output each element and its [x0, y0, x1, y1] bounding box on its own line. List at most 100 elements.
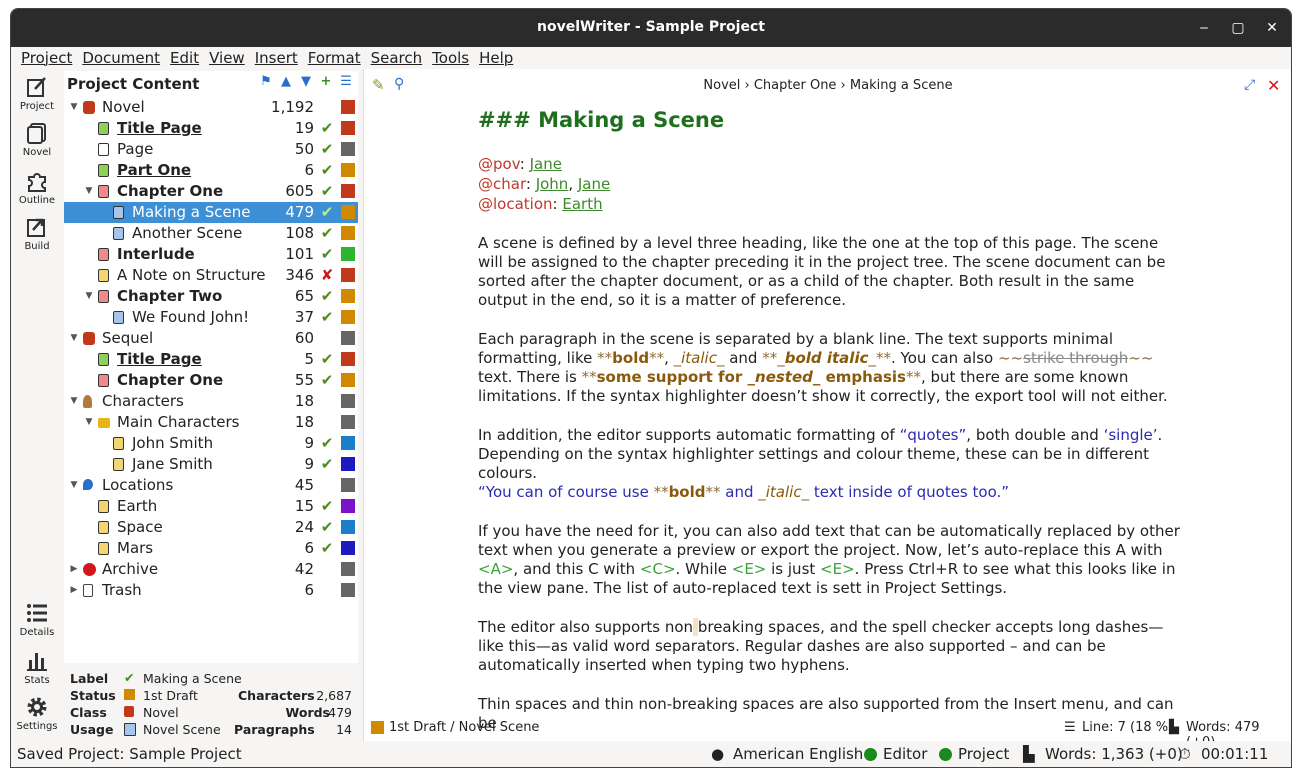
sidebar-stats-button[interactable]: Stats [11, 649, 63, 686]
tree-item-wordcount: 6 [304, 539, 314, 557]
paragraph-5: The editor also supports non breaking sp… [478, 618, 1183, 675]
tree-item[interactable]: ▶ Trash 6 [64, 580, 358, 601]
window-title: novelWriter - Sample Project [537, 19, 765, 35]
tree-item[interactable]: Title Page 5 ✔ [64, 349, 358, 370]
line-icon: ☰ [1064, 720, 1076, 735]
class-novel-icon [124, 706, 134, 717]
tree-item[interactable]: ▼ Chapter Two 65 ✔ [64, 286, 358, 307]
collapse-arrow-icon[interactable]: ▶ [68, 559, 80, 580]
expand-arrow-icon[interactable]: ▼ [68, 475, 80, 496]
menu-edit[interactable]: Edit [165, 47, 204, 69]
paragraph-4: If you have the need for it, you can als… [478, 522, 1183, 598]
menu-insert[interactable]: Insert [250, 47, 303, 69]
menu-view[interactable]: View [204, 47, 250, 69]
tree-item-label: We Found John! [132, 308, 250, 326]
sidebar-project-button[interactable]: Project [11, 75, 63, 112]
active-check-icon: ✔ [320, 497, 334, 515]
move-down-icon[interactable]: ▼ [296, 74, 316, 89]
tree-item[interactable]: John Smith 9 ✔ [64, 433, 358, 454]
sidebar-settings-button[interactable]: Settings [11, 695, 63, 732]
menu-project[interactable]: Project [16, 47, 77, 69]
status-color-icon [341, 352, 355, 366]
tree-item-wordcount: 18 [294, 392, 314, 410]
active-check-icon: ✔ [320, 539, 334, 557]
menu-icon[interactable]: ☰ [336, 74, 356, 89]
menu-document[interactable]: Document [77, 47, 165, 69]
location-value: Earth [562, 195, 603, 213]
language-label[interactable]: American English [733, 741, 863, 767]
minimize-button[interactable]: ‒ [1194, 18, 1214, 38]
status-color-icon [341, 541, 355, 555]
tree-item[interactable]: ▼ Characters 18 [64, 391, 358, 412]
expand-arrow-icon[interactable]: ▼ [83, 286, 95, 307]
tree-item[interactable]: ▶ Archive 42 [64, 559, 358, 580]
tree-item[interactable]: Title Page 19 ✔ [64, 118, 358, 139]
menu-tools[interactable]: Tools [427, 47, 474, 69]
breadcrumb: Novel › Chapter One › Making a Scene [703, 78, 953, 93]
tree-item-wordcount: 9 [304, 455, 314, 473]
tree-item[interactable]: Interlude 101 ✔ [64, 244, 358, 265]
tree-item-wordcount: 6 [304, 581, 314, 599]
p2-text-b: . You can also [890, 349, 998, 367]
tree-item[interactable]: We Found John! 37 ✔ [64, 307, 358, 328]
details-status-key: Status [70, 688, 116, 703]
sidebar-details-button[interactable]: Details [11, 601, 63, 638]
expand-arrow-icon[interactable]: ▼ [83, 181, 95, 202]
edit-icon [27, 77, 46, 97]
p3-quote-2: ‘single’ [1103, 426, 1158, 444]
tree-item[interactable]: Mars 6 ✔ [64, 538, 358, 559]
expand-arrow-icon[interactable]: ▼ [83, 412, 95, 433]
tree-item[interactable]: Jane Smith 9 ✔ [64, 454, 358, 475]
move-up-icon[interactable]: ▲ [276, 74, 296, 89]
document-text[interactable]: ### Making a Scene @pov: Jane @char: Joh… [478, 110, 1183, 753]
menu-search[interactable]: Search [366, 47, 428, 69]
p2-text-c: text. There is [478, 368, 582, 386]
collapse-arrow-icon[interactable]: ▶ [68, 580, 80, 601]
menu-format[interactable]: Format [303, 47, 366, 69]
status-color-icon [341, 247, 355, 261]
p4-replace-a: <A> [478, 560, 514, 578]
sidebar-outline-button[interactable]: Outline [11, 169, 63, 206]
sidebar-build-button[interactable]: Build [11, 215, 63, 252]
tree-item-label: Archive [102, 560, 159, 578]
char-value-2: Jane [577, 175, 611, 193]
tree-item[interactable]: Page 50 ✔ [64, 139, 358, 160]
tree-item-label: Title Page [117, 119, 202, 137]
tree-item[interactable]: A Note on Structure 346 ✘ [64, 265, 358, 286]
tree-item[interactable]: Part One 6 ✔ [64, 160, 358, 181]
close-document-icon[interactable]: ✕ [1267, 76, 1280, 95]
add-item-icon[interactable]: + [316, 74, 336, 89]
expand-arrow-icon[interactable]: ▼ [68, 391, 80, 412]
expand-arrow-icon[interactable]: ▼ [68, 328, 80, 349]
meta-tags: @pov: Jane @char: John, Jane @location: … [478, 155, 611, 213]
tree-item[interactable]: ▼ Locations 45 [64, 475, 358, 496]
expand-icon[interactable]: ⤢ [1244, 77, 1255, 93]
doc-red-icon [98, 290, 109, 303]
tree-item[interactable]: Space 24 ✔ [64, 517, 358, 538]
sidebar-details-label: Details [19, 627, 55, 638]
menu-help[interactable]: Help [474, 47, 518, 69]
app-window: novelWriter - Sample Project ‒ ▢ ✕ Proje… [10, 8, 1292, 768]
footer-line: Line: 7 (18 %) [1082, 720, 1174, 735]
tree-item[interactable]: ▼ Main Characters 18 [64, 412, 358, 433]
bookmark-icon[interactable]: ⚑ [256, 74, 276, 89]
details-words-key: Words [285, 705, 330, 720]
tree-item[interactable]: Another Scene 108 ✔ [64, 223, 358, 244]
sidebar-novel-button[interactable]: Novel [11, 121, 63, 158]
status-color-icon [341, 163, 355, 177]
tree-item[interactable]: Making a Scene 479 ✔ [64, 202, 358, 223]
p3-quote-3a: “You can of course use [478, 483, 654, 501]
tree-item[interactable]: ▼ Sequel 60 [64, 328, 358, 349]
session-time: 00:01:11 [1201, 745, 1269, 763]
total-words: Words: 1,363 (+0) [1045, 745, 1183, 763]
maximize-button[interactable]: ▢ [1228, 18, 1248, 38]
expand-arrow-icon[interactable]: ▼ [68, 97, 80, 118]
p3-quote-1: “quotes” [899, 426, 967, 444]
tree-item[interactable]: Earth 15 ✔ [64, 496, 358, 517]
tree-item[interactable]: ▼ Novel 1,192 [64, 97, 358, 118]
tree-item-label: Novel [102, 98, 145, 116]
tree-item[interactable]: Chapter One 55 ✔ [64, 370, 358, 391]
close-window-button[interactable]: ✕ [1262, 18, 1282, 38]
tree-item-wordcount: 45 [294, 476, 314, 494]
tree-item[interactable]: ▼ Chapter One 605 ✔ [64, 181, 358, 202]
